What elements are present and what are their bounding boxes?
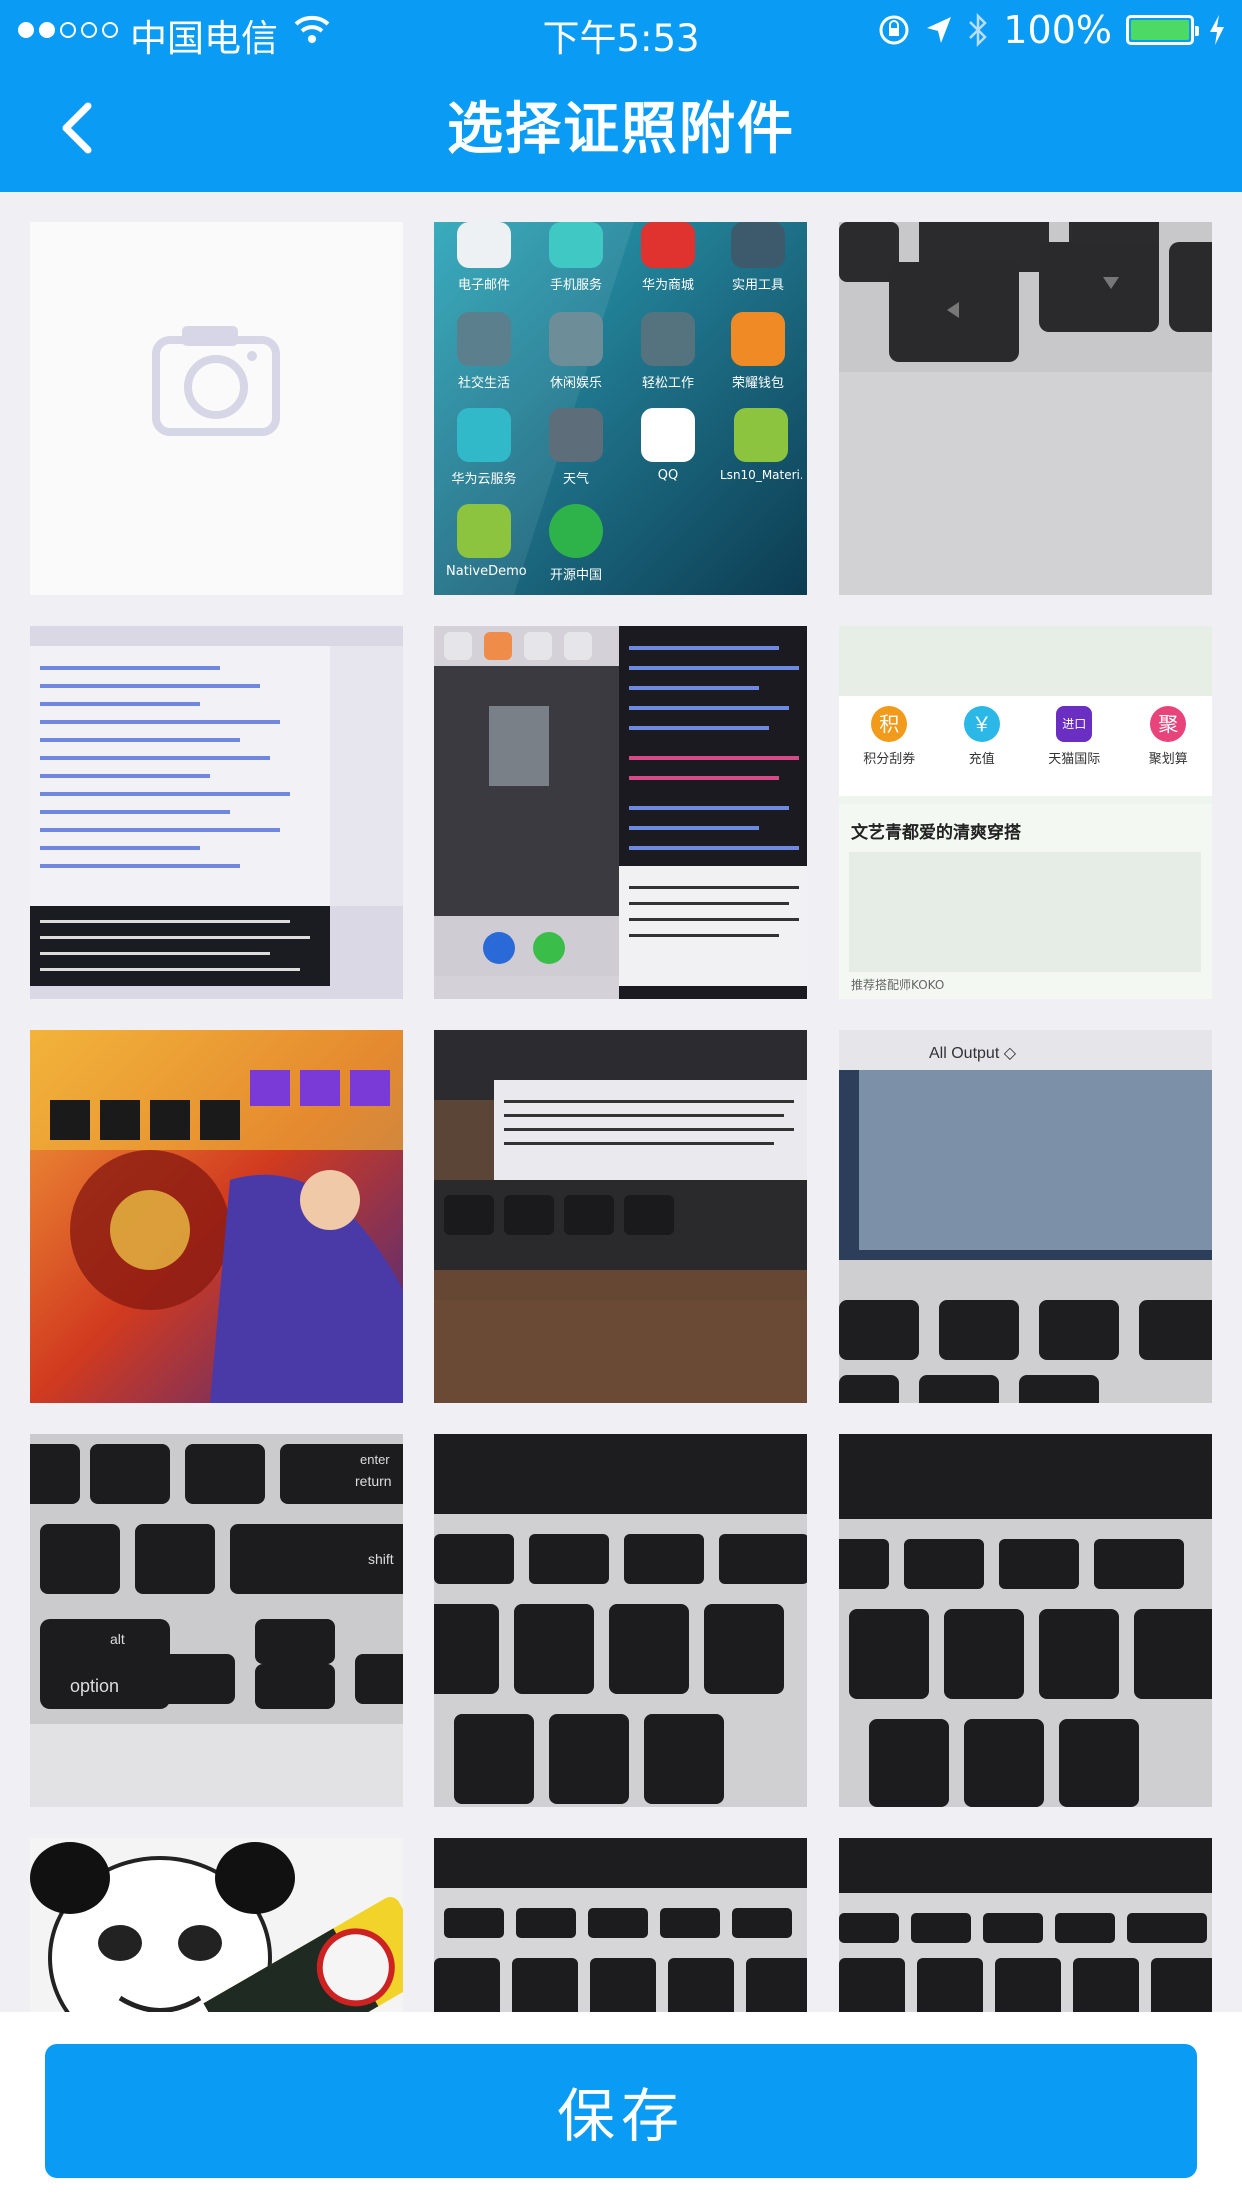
camera-tile[interactable]	[30, 222, 403, 595]
photo-tile[interactable]	[30, 1030, 403, 1403]
footer-bar: 保存	[0, 2012, 1242, 2208]
homescreen-app-label: 社交生活	[457, 376, 510, 391]
homescreen-app-label: 休闲娱乐	[549, 376, 602, 391]
camera-icon	[152, 326, 280, 436]
charging-icon	[1210, 15, 1224, 45]
key-label: alt	[110, 1631, 125, 1647]
battery-percent: 100%	[1003, 8, 1112, 52]
photo-tile[interactable]	[30, 626, 403, 999]
photo-tile[interactable]	[434, 1030, 807, 1403]
homescreen-app-label: 天气	[562, 472, 589, 487]
homescreen-app-label: QQ	[657, 468, 679, 483]
homescreen-app-label: 华为商城	[641, 278, 694, 293]
location-icon	[927, 17, 952, 43]
status-right: 100%	[877, 8, 1226, 52]
key-label: return	[355, 1473, 392, 1489]
photo-tile[interactable]	[839, 1838, 1212, 2012]
photo-grid: 电子邮件 手机服务 华为商城 实用工具 社交生活 休闲娱乐 轻松工作 荣耀钱包 …	[0, 192, 1242, 2012]
status-bar: 中国电信 下午5:53 100%	[0, 0, 1242, 62]
section-footer: 推荐搭配师KOKO	[851, 978, 945, 992]
photo-tile[interactable]	[839, 222, 1212, 595]
homescreen-app-label: 荣耀钱包	[731, 376, 784, 391]
shortcut-icon: ￥	[963, 706, 1000, 742]
key-label: shift	[368, 1551, 394, 1567]
homescreen-app-label: 手机服务	[549, 278, 602, 293]
photo-tile[interactable]: enter return shift alt option	[30, 1434, 403, 1807]
key-label: enter	[360, 1452, 390, 1467]
rotation-lock-icon	[879, 15, 909, 45]
all-output-label: All Output ◇	[929, 1045, 1017, 1062]
page-title: 选择证照附件	[447, 97, 795, 162]
homescreen-app-label: 轻松工作	[641, 376, 694, 391]
photo-tile[interactable]: All Output ◇	[839, 1030, 1212, 1403]
shortcut-label: 积分刮券	[863, 752, 916, 767]
homescreen-app-label: Lsn10_Materi...	[720, 468, 802, 482]
shortcut-icon: 积	[871, 706, 908, 742]
app-screenshot-tile[interactable]: 积积分刮券 ￥ 充值 进口天猫国际 聚聚划算 文艺青都爱的清爽穿搭 推荐搭配师KO…	[839, 626, 1212, 999]
bluetooth-icon	[969, 13, 988, 47]
key-label: option	[70, 1676, 119, 1696]
photo-tile[interactable]	[839, 1434, 1212, 1807]
shortcut-label: 天猫国际	[1048, 752, 1101, 767]
shortcut-label: 聚划算	[1148, 752, 1188, 767]
shortcut-label: 充值	[968, 752, 995, 767]
save-button[interactable]: 保存	[45, 2044, 1197, 2178]
homescreen-app-label: NativeDemo	[446, 564, 527, 579]
homescreen-app-label: 华为云服务	[451, 472, 517, 487]
photo-tile[interactable]	[434, 626, 807, 999]
photo-tile[interactable]	[30, 1838, 403, 2012]
shortcut-icon: 聚	[1150, 706, 1187, 742]
shortcut-icon: 进口	[1056, 706, 1093, 742]
battery-icon	[1126, 15, 1199, 45]
nav-bar: 选择证照附件	[0, 62, 1242, 192]
homescreen-app-label: 实用工具	[731, 278, 784, 293]
homescreen-app-label: 电子邮件	[457, 278, 510, 293]
homescreen-app-label: 开源中国	[549, 568, 602, 583]
header: 中国电信 下午5:53 100% 选择证照附件	[0, 0, 1242, 192]
photo-tile[interactable]	[434, 1838, 807, 2012]
photo-tile[interactable]: 电子邮件 手机服务 华为商城 实用工具 社交生活 休闲娱乐 轻松工作 荣耀钱包 …	[434, 222, 807, 595]
photo-tile[interactable]	[434, 1434, 807, 1807]
section-title: 文艺青都爱的清爽穿搭	[851, 823, 1021, 843]
